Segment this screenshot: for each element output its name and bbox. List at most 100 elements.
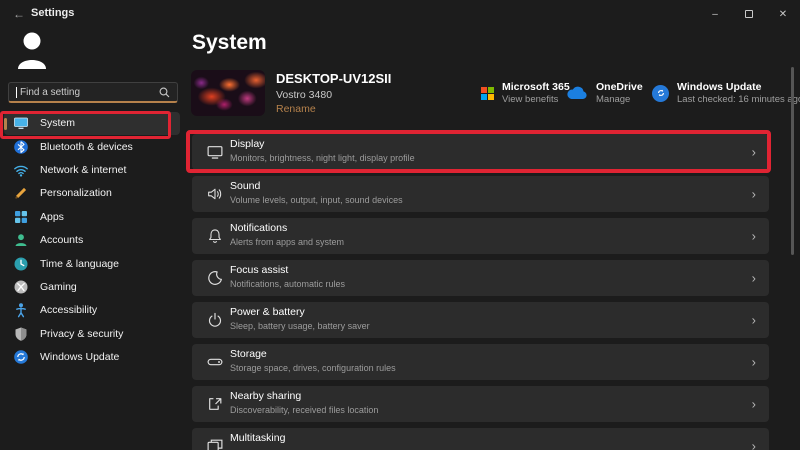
- card-title: Windows Update: [677, 81, 762, 93]
- sidebar-item-label: Accessibility: [40, 304, 98, 317]
- sidebar-item-apps[interactable]: Apps: [4, 205, 180, 228]
- settings-row-power-battery[interactable]: Power & battery Sleep, battery usage, ba…: [192, 302, 769, 338]
- sidebar-item-accessibility[interactable]: Accessibility: [4, 299, 180, 322]
- bluetooth-icon: [13, 139, 29, 155]
- search-placeholder: Find a setting: [20, 86, 81, 98]
- device-wallpaper-thumbnail: [191, 70, 265, 116]
- settings-row-multitasking[interactable]: Multitasking ›: [192, 428, 769, 450]
- chevron-right-icon: ›: [751, 144, 756, 160]
- onedrive-cloud-icon: [567, 86, 587, 99]
- sidebar-item-system[interactable]: System: [4, 111, 180, 135]
- sidebar-item-personalization[interactable]: Personalization: [4, 182, 180, 205]
- maximize-icon: [745, 10, 753, 18]
- chevron-right-icon: ›: [751, 186, 756, 202]
- window-title: Settings: [31, 7, 75, 19]
- user-avatar: [15, 30, 49, 75]
- microsoft-365-card: Microsoft 365 View benefits: [481, 78, 570, 108]
- scrollbar[interactable]: [791, 67, 794, 255]
- accessibility-person-icon: [13, 302, 29, 318]
- row-subtitle: Notifications, automatic rules: [230, 279, 346, 289]
- onedrive-card: OneDrive Manage: [566, 78, 643, 108]
- row-title: Notifications: [230, 222, 288, 234]
- windows-update-icon: [652, 84, 669, 102]
- apps-grid-icon: [13, 209, 29, 225]
- sidebar-item-network-internet[interactable]: Network & internet: [4, 158, 180, 181]
- window-controls: – ✕: [698, 0, 800, 28]
- minimize-button[interactable]: –: [698, 0, 732, 28]
- sidebar-item-label: Personalization: [40, 187, 112, 200]
- accounts-person-icon: [13, 232, 29, 248]
- card-title: Microsoft 365: [502, 81, 570, 93]
- moon-icon: [208, 271, 222, 285]
- power-icon: [208, 312, 222, 327]
- xbox-icon: [13, 279, 29, 295]
- sidebar-item-bluetooth-devices[interactable]: Bluetooth & devices: [4, 135, 180, 158]
- row-title: Focus assist: [230, 264, 289, 276]
- row-subtitle: Alerts from apps and system: [230, 237, 345, 247]
- settings-row-storage[interactable]: Storage Storage space, drives, configura…: [192, 344, 769, 380]
- chevron-right-icon: ›: [751, 438, 756, 450]
- device-model: Vostro 3480: [276, 89, 333, 101]
- page-title: System: [192, 31, 267, 54]
- settings-row-sound[interactable]: Sound Volume levels, output, input, soun…: [192, 176, 769, 212]
- sidebar-item-label: Bluetooth & devices: [40, 140, 133, 153]
- row-subtitle: Sleep, battery usage, battery saver: [230, 321, 370, 331]
- row-title: Sound: [230, 180, 261, 192]
- sidebar-item-label: Privacy & security: [40, 327, 124, 340]
- person-icon: [18, 32, 46, 69]
- sidebar-item-label: Windows Update: [40, 351, 120, 364]
- text-caret: [16, 86, 17, 98]
- manage-link[interactable]: Manage: [596, 94, 643, 105]
- pencil-icon: [13, 185, 29, 201]
- settings-window: ← Settings – ✕ Find a setting System Blu…: [0, 0, 800, 450]
- sidebar-item-label: Apps: [40, 210, 64, 223]
- row-title: Display: [230, 138, 265, 150]
- bell-icon: [209, 229, 221, 243]
- row-title: Power & battery: [230, 306, 305, 318]
- wifi-icon: [13, 162, 29, 178]
- search-icon: [159, 87, 170, 97]
- settings-row-nearby-sharing[interactable]: Nearby sharing Discoverability, received…: [192, 386, 769, 422]
- settings-list: Display Monitors, brightness, night ligh…: [192, 134, 769, 450]
- sidebar-item-privacy-security[interactable]: Privacy & security: [4, 322, 180, 345]
- update-icon: [13, 349, 29, 365]
- back-button[interactable]: ←: [10, 6, 28, 22]
- sound-icon: [208, 188, 222, 200]
- settings-row-display[interactable]: Display Monitors, brightness, night ligh…: [192, 134, 769, 170]
- chevron-right-icon: ›: [751, 270, 756, 286]
- sidebar-item-windows-update[interactable]: Windows Update: [4, 345, 180, 368]
- windows-update-card: Windows Update Last checked: 16 minutes …: [652, 78, 800, 108]
- system-icon: [13, 115, 29, 131]
- maximize-button[interactable]: [732, 0, 766, 28]
- search-input[interactable]: Find a setting: [8, 82, 178, 103]
- multitasking-windows-icon: [207, 439, 223, 450]
- sidebar-nav: System Bluetooth & devices Network & int…: [4, 111, 180, 369]
- sidebar-item-accounts[interactable]: Accounts: [4, 228, 180, 251]
- sidebar-item-label: Time & language: [40, 257, 119, 270]
- settings-row-notifications[interactable]: Notifications Alerts from apps and syste…: [192, 218, 769, 254]
- display-icon: [207, 146, 223, 159]
- row-subtitle: Monitors, brightness, night light, displ…: [230, 153, 415, 163]
- storage-drive-icon: [207, 358, 223, 366]
- last-checked-status: Last checked: 16 minutes ago: [677, 94, 800, 105]
- view-benefits-link[interactable]: View benefits: [502, 94, 570, 105]
- close-button[interactable]: ✕: [766, 0, 800, 28]
- sidebar-item-label: Accounts: [40, 234, 84, 247]
- sidebar-item-gaming[interactable]: Gaming: [4, 275, 180, 298]
- sidebar-item-time-language[interactable]: Time & language: [4, 252, 180, 275]
- shield-icon: [13, 326, 29, 342]
- settings-row-focus-assist[interactable]: Focus assist Notifications, automatic ru…: [192, 260, 769, 296]
- row-subtitle: Storage space, drives, configuration rul…: [230, 363, 396, 373]
- rename-link[interactable]: Rename: [276, 103, 316, 115]
- microsoft-logo-icon: [481, 86, 494, 100]
- nearby-sharing-icon: [209, 398, 222, 410]
- sidebar-item-label: Gaming: [40, 280, 77, 293]
- sidebar-item-label: System: [40, 117, 76, 130]
- sidebar-item-label: Network & internet: [40, 163, 127, 176]
- row-title: Multitasking: [230, 432, 286, 444]
- chevron-right-icon: ›: [751, 354, 756, 370]
- chevron-right-icon: ›: [751, 228, 756, 244]
- titlebar: ← Settings – ✕: [0, 0, 800, 28]
- row-subtitle: Discoverability, received files location: [230, 405, 379, 415]
- row-title: Nearby sharing: [230, 390, 302, 402]
